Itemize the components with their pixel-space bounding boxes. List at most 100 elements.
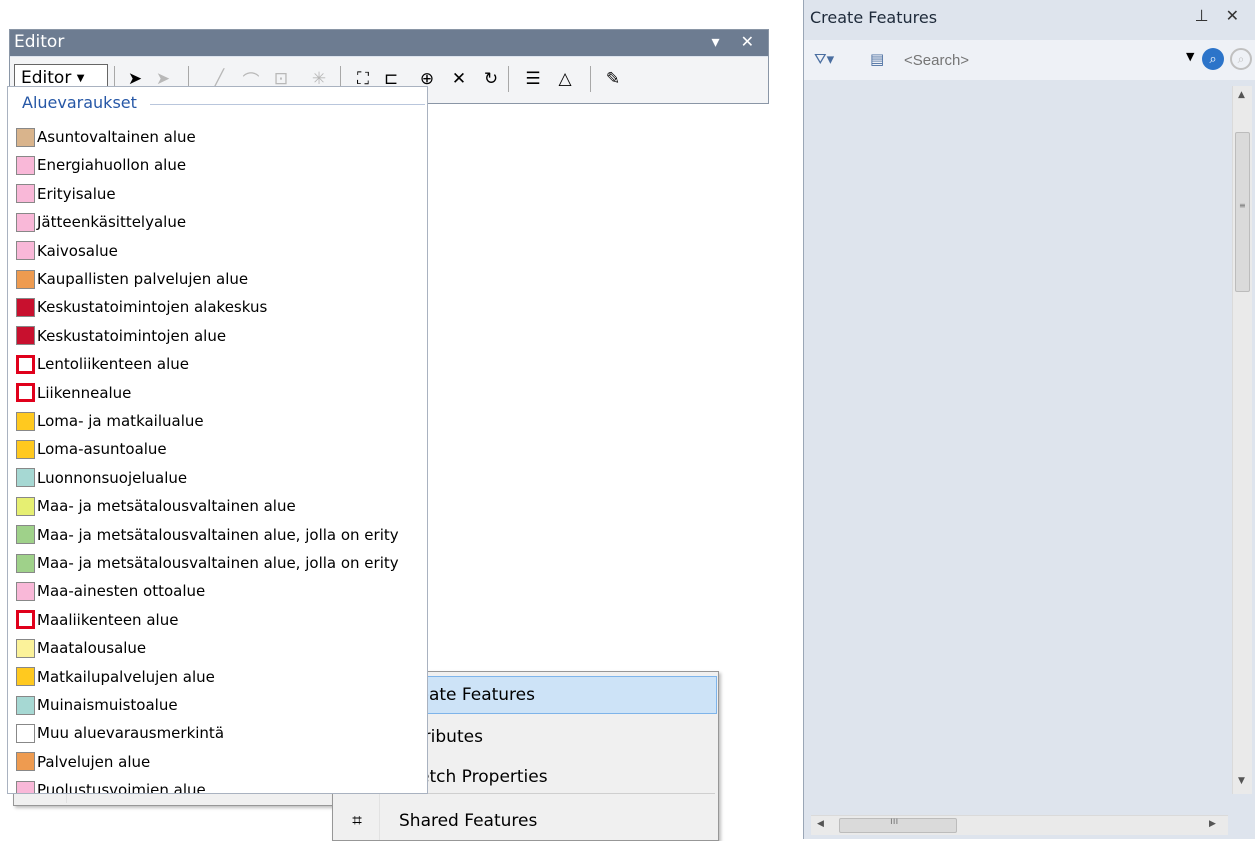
template-symbol-swatch: [16, 525, 35, 545]
feature-template-item[interactable]: Maa- ja metsätalousvaltainen alue, jolla…: [16, 549, 399, 577]
template-symbol-swatch: [16, 383, 35, 403]
editor-toolbar-title[interactable]: Editor: [10, 30, 768, 56]
scroll-down-arrow-icon[interactable]: ▼: [1238, 776, 1245, 786]
menu-separator: [393, 793, 715, 794]
create-features-title: Create Features: [810, 8, 938, 27]
template-label: Maatalousalue: [37, 639, 147, 658]
template-search-input[interactable]: [898, 48, 1188, 72]
rotate-tool-icon[interactable]: ↻: [478, 66, 504, 92]
scroll-thumb-grip: ≡: [1239, 201, 1246, 210]
template-symbol-swatch: [16, 241, 35, 261]
feature-template-item[interactable]: Loma- ja matkailualue: [16, 407, 204, 435]
template-label: Maa- ja metsätalousvaltainen alue: [37, 497, 296, 516]
template-group-header[interactable]: Aluevaraukset: [22, 93, 137, 112]
template-symbol-swatch: [16, 752, 35, 772]
feature-template-item[interactable]: Kaupallisten palvelujen alue: [16, 265, 248, 293]
filter-templates-icon[interactable]: ⛛▾: [814, 50, 834, 68]
feature-template-item[interactable]: Erityisalue: [16, 180, 116, 208]
feature-template-item[interactable]: Maatalousalue: [16, 634, 146, 662]
feature-template-item[interactable]: Muinaismuistoalue: [16, 691, 178, 719]
template-symbol-swatch: [16, 127, 35, 147]
template-label: Loma-asuntoalue: [37, 440, 167, 459]
template-symbol-swatch: [16, 269, 35, 289]
template-label: Palvelujen alue: [37, 752, 151, 771]
template-label: Kaivosalue: [37, 241, 118, 260]
template-symbol-swatch: [16, 553, 35, 573]
template-symbol-swatch: [16, 780, 35, 793]
editor-toolbar-title-text: Editor: [14, 32, 65, 52]
vertical-scroll-thumb[interactable]: ≡: [1235, 132, 1250, 292]
template-label: Jätteenkäsittelyalue: [37, 213, 187, 232]
template-symbol-swatch: [16, 184, 35, 204]
create-features-icon[interactable]: ✎: [600, 66, 626, 92]
template-label: Muinaismuistoalue: [37, 696, 178, 714]
create-features-toolbar: ⛛▾ ▤ ▼ ⌕ ⌕: [804, 40, 1255, 80]
scroll-up-arrow-icon[interactable]: ▲: [1238, 90, 1245, 100]
horizontal-scroll-thumb[interactable]: ııı: [839, 816, 957, 833]
search-icon[interactable]: ⌕: [1202, 48, 1224, 70]
feature-template-item[interactable]: Lentoliikenteen alue: [16, 350, 189, 378]
search-dropdown-chevron-icon[interactable]: ▼: [1186, 50, 1194, 63]
shared-features-icon: ⌗: [352, 811, 362, 831]
feature-template-item[interactable]: Loma-asuntoalue: [16, 435, 167, 463]
feature-template-item[interactable]: Muu aluevarausmerkintä: [16, 719, 224, 747]
feature-template-item[interactable]: Luonnonsuojelualue: [16, 464, 187, 492]
template-symbol-swatch: [16, 326, 35, 346]
feature-template-item[interactable]: Matkailupalvelujen alue: [16, 663, 215, 691]
attributes-icon[interactable]: ☰: [520, 66, 546, 92]
create-features-window: Create Features ⊥ ✕ ⛛▾ ▤ ▼ ⌕ ⌕: [803, 0, 1255, 839]
template-label: Keskustatoimintojen alakeskus: [37, 298, 268, 317]
template-symbol-swatch: [16, 468, 35, 488]
template-symbol-swatch: [16, 155, 35, 175]
feature-template-item[interactable]: Asuntovaltainen alue: [16, 123, 196, 151]
organize-templates-icon[interactable]: ▤: [870, 50, 884, 68]
template-label: Energiahuollon alue: [37, 156, 187, 175]
template-list-vertical-scrollbar[interactable]: ▲ ≡ ▼: [1232, 86, 1252, 794]
scroll-right-arrow-icon[interactable]: ▶: [1209, 819, 1216, 829]
editor-toolbar-window-buttons[interactable]: ▾ ✕: [711, 32, 762, 51]
template-symbol-swatch: [16, 667, 35, 687]
template-symbol-swatch: [16, 610, 35, 630]
feature-template-item[interactable]: Liikennealue: [16, 379, 131, 407]
scroll-left-arrow-icon[interactable]: ◀: [817, 819, 824, 829]
template-symbol-swatch: [16, 411, 35, 431]
template-label: Puolustusvoimien alue: [37, 781, 206, 794]
feature-template-item[interactable]: Puolustusvoimien alue: [16, 776, 206, 794]
feature-template-item[interactable]: Maa- ja metsätalousvaltainen alue: [16, 492, 296, 520]
create-features-window-buttons[interactable]: ⊥ ✕: [1195, 6, 1245, 25]
template-symbol-swatch: [16, 695, 35, 715]
template-list-horizontal-scrollbar[interactable]: ◀ ııı ▶: [811, 815, 1228, 835]
feature-template-item[interactable]: Keskustatoimintojen alakeskus: [16, 293, 267, 321]
clear-search-icon[interactable]: ⌕: [1230, 48, 1252, 70]
submenu-item-shared-features[interactable]: ⌗ Shared Features: [335, 802, 717, 840]
sketch-properties-icon[interactable]: △: [552, 66, 578, 92]
feature-template-item[interactable]: Maa- ja metsätalousvaltainen alue, jolla…: [16, 521, 399, 549]
feature-template-item[interactable]: Energiahuollon alue: [16, 151, 186, 179]
template-label: Matkailupalvelujen alue: [37, 667, 215, 686]
template-label: Maa- ja metsätalousvaltainen alue, jolla…: [37, 525, 399, 544]
template-label: Kaupallisten palvelujen alue: [37, 270, 249, 288]
template-symbol-swatch: [16, 496, 35, 516]
feature-template-item[interactable]: Palvelujen alue: [16, 748, 150, 776]
template-label: Maa-ainesten ottoalue: [37, 582, 206, 601]
feature-template-item[interactable]: Maaliikenteen alue: [16, 606, 178, 634]
template-symbol-swatch: [16, 212, 35, 232]
template-symbol-swatch: [16, 581, 35, 601]
template-label: Maaliikenteen alue: [37, 610, 179, 629]
template-label: Lentoliikenteen alue: [37, 355, 189, 374]
toolbar-separator: [590, 66, 591, 92]
template-symbol-swatch: [16, 297, 35, 317]
feature-template-item[interactable]: Kaivosalue: [16, 237, 118, 265]
split-tool-icon[interactable]: ✕: [446, 66, 472, 92]
submenu-item-label: Shared Features: [399, 811, 538, 831]
feature-template-item[interactable]: Jätteenkäsittelyalue: [16, 208, 186, 236]
template-symbol-swatch: [16, 723, 35, 743]
template-label: Erityisalue: [37, 184, 116, 203]
feature-template-item[interactable]: Keskustatoimintojen alue: [16, 322, 226, 350]
feature-template-item[interactable]: Maa-ainesten ottoalue: [16, 577, 205, 605]
template-label: Liikennealue: [37, 383, 132, 402]
template-label: Keskustatoimintojen alue: [37, 326, 227, 345]
editor-menu-button-label: Editor: [21, 68, 72, 88]
toolbar-separator: [508, 66, 509, 92]
template-symbol-swatch: [16, 638, 35, 658]
